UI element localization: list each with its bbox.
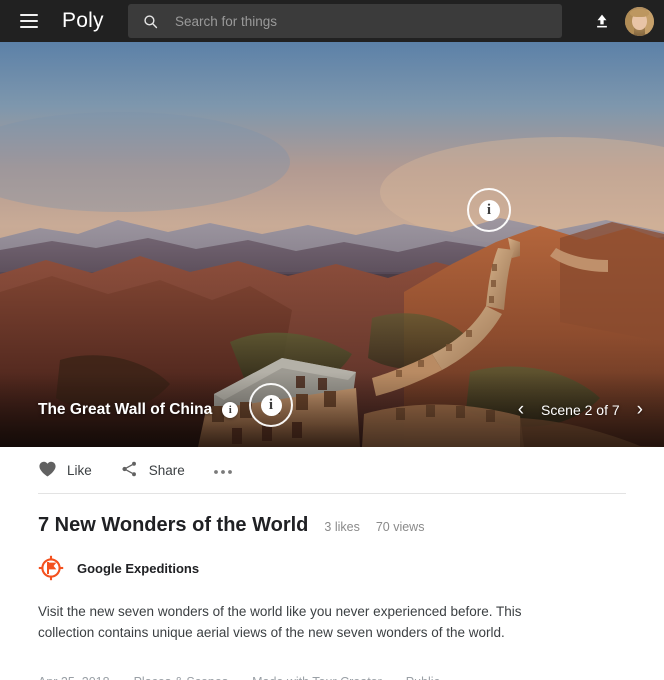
expeditions-flag-icon: [38, 555, 64, 581]
share-button[interactable]: Share: [120, 460, 185, 481]
share-icon: [120, 460, 139, 481]
hotspot-info-upper[interactable]: i: [467, 188, 511, 232]
views-count: 70 views: [375, 520, 425, 534]
like-button[interactable]: Like: [38, 460, 92, 481]
meta-tool[interactable]: Made with Tour Creator: [252, 675, 382, 680]
author-name: Google Expeditions: [77, 560, 200, 576]
hotspot-info-lower[interactable]: i: [249, 383, 293, 427]
scene-counter-label: Scene 2 of 7: [541, 401, 620, 418]
scene-viewer[interactable]: i i The Great Wall of China i ‹ Scene 2 …: [0, 42, 664, 447]
page-title: 7 New Wonders of the World: [38, 514, 309, 536]
poly-logo[interactable]: Poly: [62, 9, 104, 33]
action-bar: Like Share: [0, 447, 664, 493]
heart-icon: [38, 460, 57, 481]
search-bar[interactable]: [128, 4, 562, 38]
more-options-icon: [213, 463, 233, 478]
great-wall-panorama-image: [0, 42, 664, 447]
author-row[interactable]: Google Expeditions: [38, 555, 626, 581]
previous-scene-button[interactable]: ‹: [515, 398, 527, 421]
search-input[interactable]: [175, 13, 562, 29]
scene-title-group: The Great Wall of China i: [38, 401, 239, 419]
like-label: Like: [67, 462, 92, 478]
top-navigation-bar: Poly: [0, 0, 664, 42]
title-row: 7 New Wonders of the World 3 likes 70 vi…: [38, 514, 626, 537]
hamburger-line: [20, 14, 38, 16]
search-icon: [142, 13, 159, 30]
hotspot-info-glyph: i: [478, 199, 500, 221]
top-bar-right-group: [593, 0, 654, 42]
metadata-row: Apr 25, 2018 Places & Scenes Made with T…: [38, 675, 626, 680]
hamburger-line: [20, 26, 38, 28]
scene-info-icon[interactable]: i: [222, 402, 239, 418]
scene-navigation: ‹ Scene 2 of 7 ›: [515, 398, 646, 421]
next-scene-button[interactable]: ›: [634, 398, 646, 421]
hamburger-line: [20, 20, 38, 22]
asset-details: 7 New Wonders of the World 3 likes 70 vi…: [0, 514, 664, 680]
meta-category[interactable]: Places & Scenes: [134, 675, 229, 680]
scene-title: The Great Wall of China: [38, 401, 213, 418]
hamburger-menu-icon[interactable]: [8, 0, 50, 42]
more-options-button[interactable]: [213, 463, 233, 478]
likes-count: 3 likes: [324, 520, 360, 534]
asset-description: Visit the new seven wonders of the world…: [38, 604, 522, 640]
avatar[interactable]: [625, 6, 654, 36]
share-label: Share: [148, 462, 185, 478]
meta-visibility: Public: [406, 675, 440, 680]
upload-icon[interactable]: [593, 12, 611, 30]
meta-date: Apr 25, 2018: [38, 675, 110, 680]
hotspot-info-glyph: i: [260, 394, 282, 416]
action-divider: [38, 493, 626, 494]
avatar-fringe: [630, 8, 649, 17]
